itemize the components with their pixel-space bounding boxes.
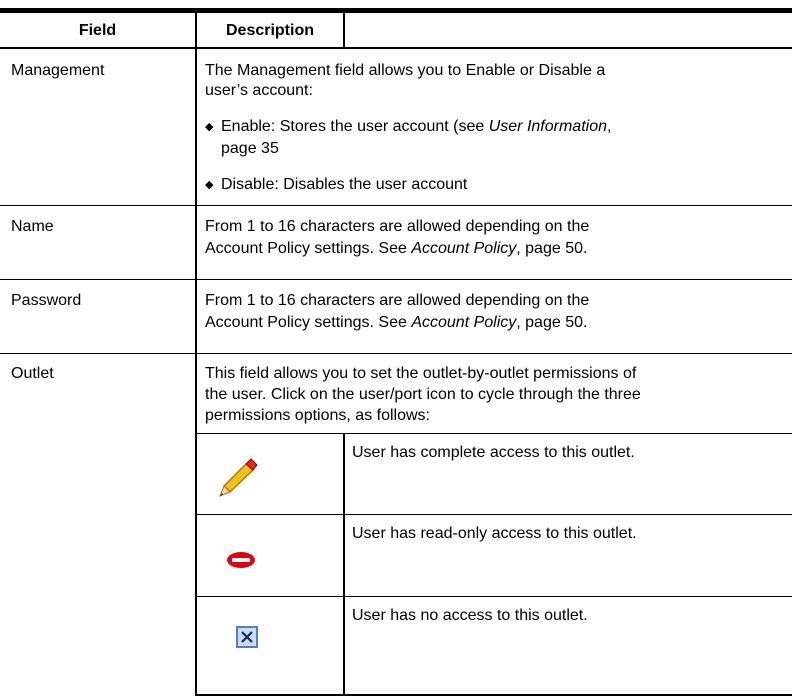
field-name: Name bbox=[11, 218, 54, 235]
column-divider bbox=[195, 13, 197, 696]
subtable-divider bbox=[196, 433, 792, 434]
password-desc-line2: Account Policy settings. See Account Pol… bbox=[205, 314, 588, 331]
row-divider bbox=[0, 279, 792, 280]
table-top-rule bbox=[0, 8, 792, 13]
header-description: Description bbox=[225, 22, 314, 39]
subtable-divider bbox=[196, 514, 792, 515]
eye-icon bbox=[226, 551, 256, 574]
bullet-diamond-icon: ◆ bbox=[205, 179, 214, 191]
field-management: Management bbox=[11, 62, 105, 79]
row-divider bbox=[0, 205, 792, 206]
management-desc-line1: The Management field allows you to Enabl… bbox=[205, 62, 606, 79]
bullet-enable-text-line2: page 35 bbox=[221, 140, 279, 157]
bullet-diamond-icon: ◆ bbox=[205, 121, 214, 133]
field-outlet: Outlet bbox=[11, 365, 54, 382]
name-desc-line1: From 1 to 16 characters are allowed depe… bbox=[205, 218, 590, 235]
outlet-desc-line2: the user. Click on the user/port icon to… bbox=[205, 386, 641, 403]
header-column-divider bbox=[343, 13, 345, 47]
bullet-enable-text: Enable: Stores the user account (see Use… bbox=[221, 118, 612, 135]
subtable-column-divider bbox=[343, 433, 345, 696]
table-header-rule bbox=[0, 47, 792, 49]
outlet-desc-line1: This field allows you to set the outlet-… bbox=[205, 365, 637, 382]
bullet-disable-text: Disable: Disables the user account bbox=[221, 176, 468, 193]
management-desc-line2: user’s account: bbox=[205, 82, 313, 99]
permission-readonly-text: User has read-only access to this outlet… bbox=[352, 525, 637, 542]
x-box-icon bbox=[236, 626, 258, 653]
field-password: Password bbox=[11, 292, 82, 309]
permission-complete-text: User has complete access to this outlet. bbox=[352, 444, 635, 461]
password-desc-line1: From 1 to 16 characters are allowed depe… bbox=[205, 292, 590, 309]
permission-none-text: User has no access to this outlet. bbox=[352, 607, 588, 624]
pencil-icon bbox=[216, 456, 258, 503]
row-divider bbox=[0, 353, 792, 354]
name-desc-line2: Account Policy settings. See Account Pol… bbox=[205, 240, 588, 257]
header-field: Field bbox=[78, 22, 117, 39]
outlet-desc-line3: permissions options, as follows: bbox=[205, 407, 430, 424]
subtable-divider bbox=[196, 596, 792, 597]
